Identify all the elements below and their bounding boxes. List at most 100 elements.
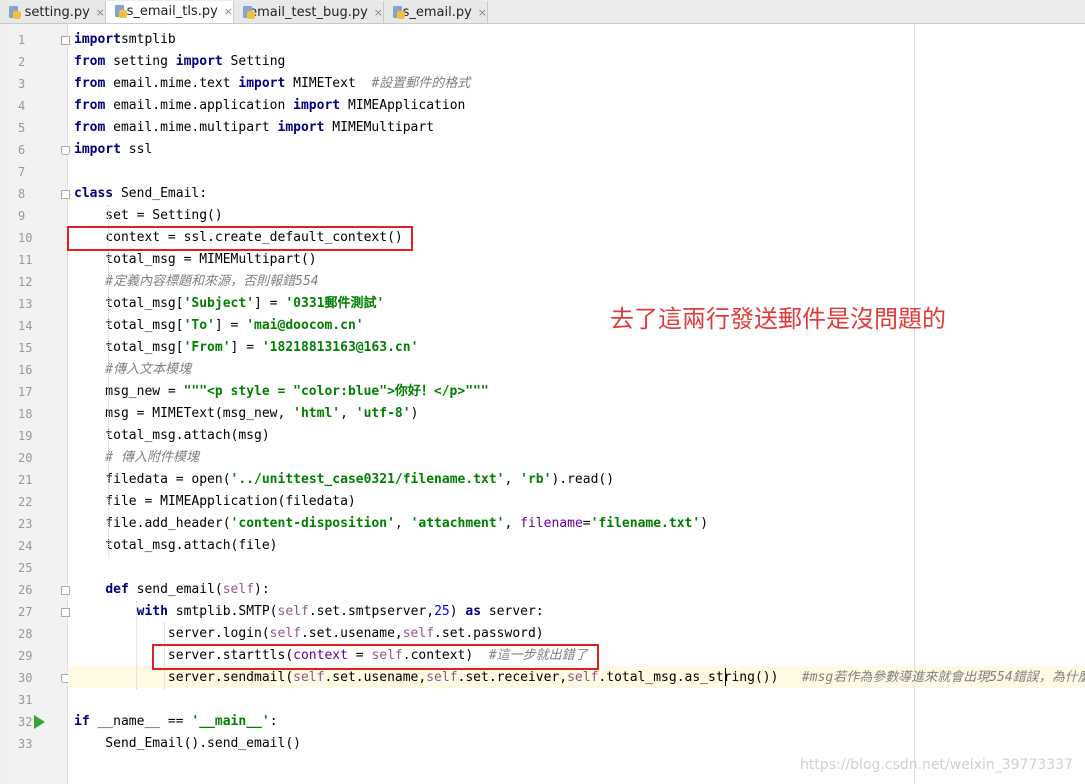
code-token: ] = xyxy=(254,296,286,311)
code-token: smtplib.SMTP( xyxy=(167,604,278,619)
code-token: #設置郵件的格式 xyxy=(371,76,471,91)
code-line[interactable]: from setting import Setting xyxy=(74,51,285,73)
code-token: #msg若作為參數導進來就會出現554錯誤，為什麼？ xyxy=(801,670,1085,685)
code-line[interactable]: if __name__ == '__main__': xyxy=(74,711,278,733)
line-number: 11 xyxy=(18,253,33,267)
code-token: import xyxy=(74,142,121,157)
code-token: self xyxy=(426,670,458,685)
code-token: MIMEApplication xyxy=(340,98,466,113)
close-icon[interactable]: × xyxy=(96,6,105,19)
code-token: total_msg[ xyxy=(74,318,184,333)
tab-setting-py[interactable]: setting.py × xyxy=(0,1,106,23)
code-token: from xyxy=(74,98,106,113)
code-line[interactable]: total_msg['From'] = '18218813163@163.cn' xyxy=(74,337,418,359)
code-token: import xyxy=(238,76,286,91)
code-token: total_msg.attach(msg) xyxy=(74,428,270,443)
code-token: 'filename.txt' xyxy=(590,516,701,531)
line-number: 27 xyxy=(18,605,33,619)
code-token: filedata = open( xyxy=(74,472,231,487)
line-number: 31 xyxy=(18,693,33,707)
code-line[interactable]: Send_Email().send_email() xyxy=(74,733,301,755)
close-icon[interactable]: × xyxy=(224,5,233,18)
code-token: ] = xyxy=(230,340,262,355)
code-token: , xyxy=(504,516,521,531)
python-file-icon xyxy=(392,5,405,19)
code-token: from xyxy=(74,120,106,135)
code-line[interactable]: total_msg['To'] = 'mai@doocom.cn' xyxy=(74,315,363,337)
code-line[interactable]: msg_new = """<p style = "color:blue">你好！… xyxy=(74,381,488,403)
line-number: 5 xyxy=(18,121,26,135)
code-line[interactable]: import ssl xyxy=(74,139,152,161)
code-token: import xyxy=(293,98,341,113)
code-line[interactable]: server.login(self.set.usename,self.set.p… xyxy=(74,623,544,645)
run-icon[interactable] xyxy=(34,715,45,729)
code-token: setting xyxy=(105,54,176,69)
line-number: 6 xyxy=(18,143,26,157)
editor-tab-bar: setting.py × s_email_tls.py × email_test… xyxy=(0,0,1085,24)
editor-gutter[interactable]: 1 2 3 4 5 6 7 8 9 10 11 12 13 14 15 16 17 18 19 20 21 22 23 24 2… xyxy=(6,24,70,784)
code-line[interactable]: #定義內容標題和來源，否則報錯554 xyxy=(74,271,318,293)
line-number: 25 xyxy=(18,561,33,575)
tab-label: s_email.py xyxy=(402,4,472,20)
code-token: self xyxy=(277,604,309,619)
line-number: 32 xyxy=(18,715,33,729)
line-number: 12 xyxy=(18,275,33,289)
code-token: import xyxy=(175,54,223,69)
code-line[interactable]: set = Setting() xyxy=(74,205,222,227)
code-token: 'Subject' xyxy=(183,296,255,311)
code-line[interactable]: server.sendmail(self.set.usename,self.se… xyxy=(74,667,1085,689)
code-token: ) xyxy=(700,516,709,531)
tab-s-email-py[interactable]: s_email.py × xyxy=(384,1,488,23)
code-line[interactable]: filedata = open('../unittest_case0321/fi… xyxy=(74,469,614,491)
code-token: def xyxy=(105,582,129,597)
tab-email-test-bug-py[interactable]: email_test_bug.py × xyxy=(234,1,384,23)
code-token: 'rb' xyxy=(520,472,552,487)
code-line[interactable]: with smtplib.SMTP(self.set.smtpserver,25… xyxy=(74,601,544,623)
code-token: self xyxy=(402,626,435,641)
python-file-icon xyxy=(114,5,127,18)
code-token: , xyxy=(504,472,521,487)
code-token: self xyxy=(222,582,255,597)
indent-guide xyxy=(136,601,137,689)
code-token: server.login( xyxy=(74,626,270,641)
code-token: , xyxy=(394,516,411,531)
code-token: if xyxy=(74,714,90,729)
code-token: total_msg = MIMEMultipart() xyxy=(74,252,317,267)
code-line[interactable]: total_msg = MIMEMultipart() xyxy=(74,249,317,271)
line-number: 2 xyxy=(18,55,26,69)
line-number: 33 xyxy=(18,737,33,751)
close-icon[interactable]: × xyxy=(374,6,383,19)
code-token: : xyxy=(269,714,278,729)
code-editor[interactable]: importsmtplib from setting import Setting… xyxy=(68,24,1085,784)
code-line[interactable]: # 傳入附件模塊 xyxy=(74,447,199,469)
code-line[interactable]: msg = MIMEText(msg_new, 'html', 'utf-8') xyxy=(74,403,418,425)
code-line[interactable]: total_msg.attach(file) xyxy=(74,535,277,557)
code-token: total_msg[ xyxy=(74,340,184,355)
code-token: from xyxy=(74,54,106,69)
code-line[interactable]: def send_email(self): xyxy=(74,579,269,601)
code-line[interactable]: class Send_Email: xyxy=(74,183,207,205)
code-token: import xyxy=(277,120,325,135)
tab-label: s_email_tls.py xyxy=(126,4,218,19)
line-number: 8 xyxy=(18,187,26,201)
code-line[interactable]: #傳入文本模塊 xyxy=(74,359,191,381)
code-token: ssl xyxy=(120,142,153,157)
tab-s-email-tls-py[interactable]: s_email_tls.py × xyxy=(106,1,234,23)
python-file-icon xyxy=(242,5,256,19)
code-line[interactable]: file.add_header('content-disposition', '… xyxy=(74,513,708,535)
highlight-box-context-line xyxy=(67,226,413,251)
code-line[interactable]: total_msg.attach(msg) xyxy=(74,425,270,447)
code-line[interactable]: importsmtplib xyxy=(74,29,176,51)
line-number: 18 xyxy=(18,407,33,421)
code-token: ).read() xyxy=(551,472,615,487)
code-line[interactable]: from email.mime.application import MIMEA… xyxy=(74,95,465,117)
code-line[interactable]: file = MIMEApplication(filedata) xyxy=(74,491,355,513)
close-icon[interactable]: × xyxy=(478,6,487,19)
code-token: .set.smtpserver, xyxy=(308,604,435,619)
code-line[interactable]: from email.mime.multipart import MIMEMul… xyxy=(74,117,434,139)
code-line[interactable]: from email.mime.text import MIMEText #設置… xyxy=(74,73,470,95)
code-token: filename xyxy=(520,516,583,531)
code-token: import xyxy=(74,32,121,47)
code-line[interactable]: total_msg['Subject'] = '0331郵件測試' xyxy=(74,293,384,315)
